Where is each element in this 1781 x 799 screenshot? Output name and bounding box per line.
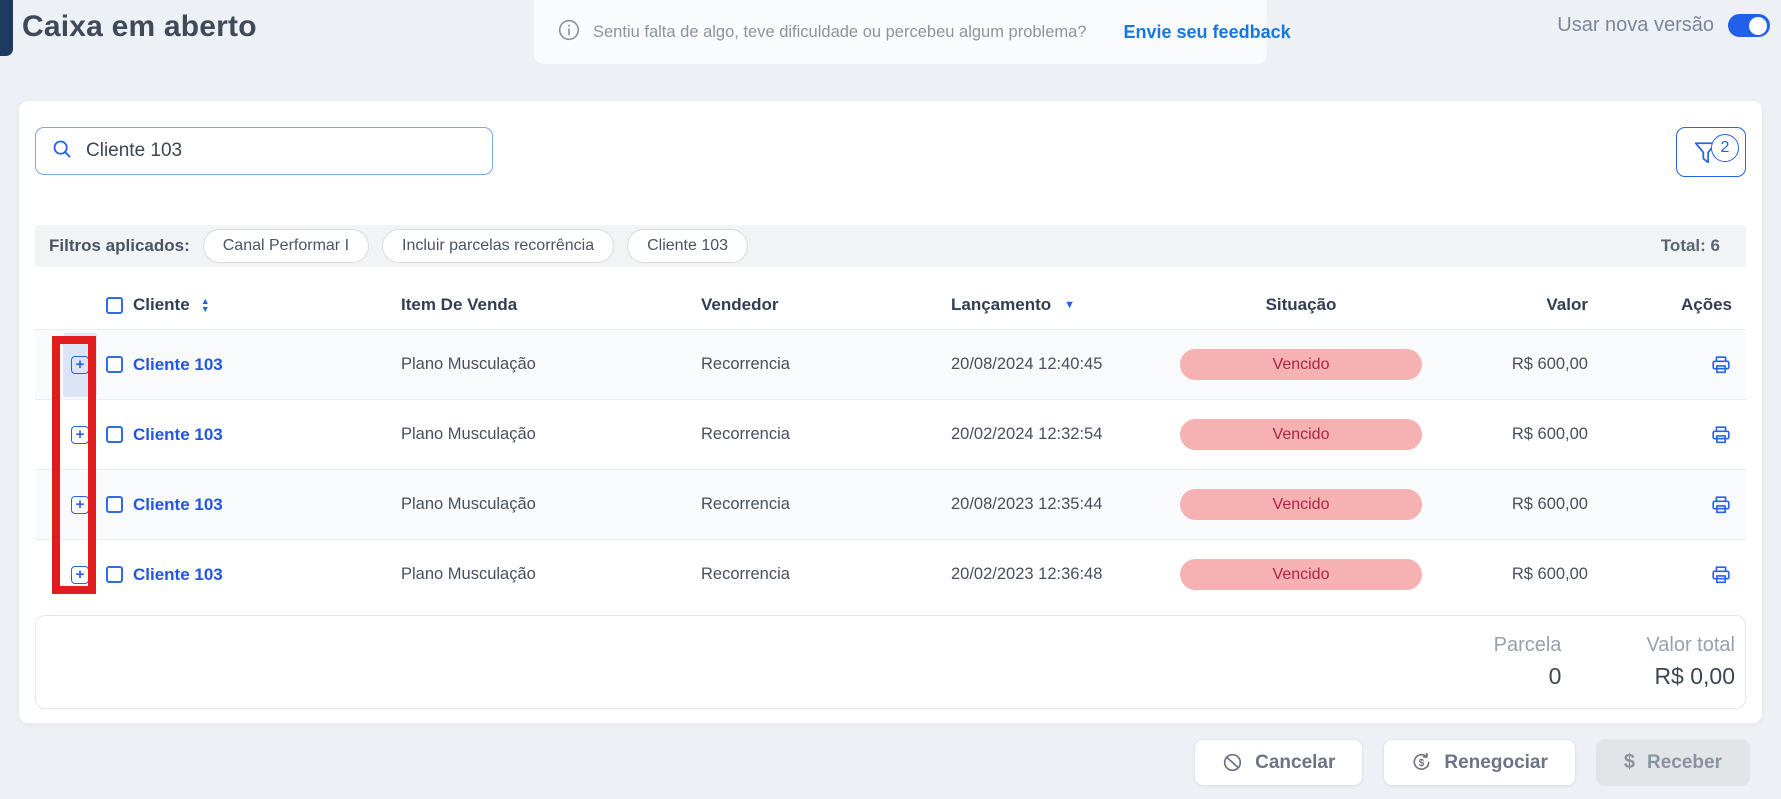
renegotiate-icon: $	[1411, 752, 1432, 773]
expand-cell: +	[63, 473, 97, 537]
sort-desc-icon[interactable]: ▼	[1064, 299, 1075, 311]
lancamento-cell: 20/08/2023 12:35:44	[941, 495, 1161, 514]
feedback-banner: Sentiu falta de algo, teve dificuldade o…	[534, 0, 1267, 64]
table-row: + Cliente 103 Plano Musculação Recorrenc…	[35, 329, 1746, 399]
valor-total-value: R$ 0,00	[1646, 663, 1735, 690]
toggle-knob	[1749, 17, 1767, 35]
status-badge: Vencido	[1180, 349, 1422, 380]
renegotiate-button[interactable]: $ Renegociar	[1383, 739, 1575, 786]
expand-cell-highlight: +	[63, 333, 97, 397]
expand-cell: +	[63, 543, 97, 607]
main-card: 2 Filtros aplicados: Canal Performar I I…	[18, 100, 1763, 724]
print-icon	[1710, 354, 1732, 376]
table-header-row: Cliente ▲▼ Item De Venda Vendedor Lançam…	[35, 281, 1746, 329]
item-cell: Plano Musculação	[371, 565, 671, 584]
print-icon	[1710, 494, 1732, 516]
feedback-link[interactable]: Envie seu feedback	[1124, 22, 1291, 43]
version-toggle[interactable]	[1728, 14, 1770, 37]
status-badge: Vencido	[1180, 489, 1422, 520]
feedback-message: Sentiu falta de algo, teve dificuldade o…	[593, 23, 1087, 42]
sort-icon[interactable]: ▲▼	[201, 297, 210, 313]
row-checkbox[interactable]	[106, 356, 123, 373]
totals-summary: Parcela 0 Valor total R$ 0,00	[35, 615, 1746, 709]
print-button[interactable]	[1710, 564, 1732, 586]
row-checkbox[interactable]	[106, 496, 123, 513]
print-icon	[1710, 424, 1732, 446]
page-title: Caixa em aberto	[22, 10, 257, 44]
applied-filters-band: Filtros aplicados: Canal Performar I Inc…	[35, 225, 1746, 267]
row-checkbox[interactable]	[106, 426, 123, 443]
print-button[interactable]	[1710, 494, 1732, 516]
column-header-vendedor: Vendedor	[671, 295, 941, 315]
column-header-valor: Valor	[1441, 295, 1596, 315]
column-header-cliente[interactable]: Cliente ▲▼	[131, 295, 371, 315]
item-cell: Plano Musculação	[371, 425, 671, 444]
expand-row-button[interactable]: +	[71, 496, 89, 514]
print-button[interactable]	[1710, 424, 1732, 446]
status-badge: Vencido	[1180, 419, 1422, 450]
receivables-table: Cliente ▲▼ Item De Venda Vendedor Lançam…	[35, 281, 1746, 609]
search-input-wrap	[35, 127, 493, 175]
vendedor-cell: Recorrencia	[671, 565, 941, 584]
receive-button[interactable]: $ Receber	[1596, 739, 1750, 786]
filter-button[interactable]: 2	[1676, 127, 1746, 177]
filter-chip[interactable]: Canal Performar I	[203, 229, 369, 263]
version-toggle-label: Usar nova versão	[1557, 14, 1714, 37]
search-icon	[51, 138, 73, 165]
valor-cell: R$ 600,00	[1441, 565, 1596, 584]
filter-chip[interactable]: Incluir parcelas recorrência	[382, 229, 614, 263]
item-cell: Plano Musculação	[371, 495, 671, 514]
vendedor-cell: Recorrencia	[671, 495, 941, 514]
client-link[interactable]: Cliente 103	[133, 565, 223, 585]
filter-chip[interactable]: Cliente 103	[627, 229, 748, 263]
valor-cell: R$ 600,00	[1441, 495, 1596, 514]
vendedor-cell: Recorrencia	[671, 355, 941, 374]
select-all-checkbox[interactable]	[106, 297, 123, 314]
table-row: + Cliente 103 Plano Musculação Recorrenc…	[35, 399, 1746, 469]
column-header-situacao: Situação	[1161, 295, 1441, 315]
valor-cell: R$ 600,00	[1441, 355, 1596, 374]
filters-label: Filtros aplicados:	[49, 236, 190, 256]
parcela-label: Parcela	[1494, 634, 1562, 657]
column-header-lancamento[interactable]: Lançamento ▼	[941, 295, 1161, 315]
table-row: + Cliente 103 Plano Musculação Recorrenc…	[35, 469, 1746, 539]
filter-count-badge: 2	[1711, 134, 1739, 162]
valor-total-label: Valor total	[1646, 634, 1735, 657]
expand-row-button[interactable]: +	[71, 566, 89, 584]
valor-total-summary: Valor total R$ 0,00	[1646, 634, 1735, 690]
client-link[interactable]: Cliente 103	[133, 425, 223, 445]
column-header-item: Item De Venda	[371, 295, 671, 315]
table-row: + Cliente 103 Plano Musculação Recorrenc…	[35, 539, 1746, 609]
status-badge: Vencido	[1180, 559, 1422, 590]
lancamento-cell: 20/02/2023 12:36:48	[941, 565, 1161, 584]
page-root: Caixa em aberto Sentiu falta de algo, te…	[0, 0, 1781, 799]
receive-icon: $	[1624, 751, 1635, 774]
expand-row-button[interactable]: +	[71, 356, 89, 374]
cancel-button[interactable]: Cancelar	[1194, 739, 1363, 786]
expand-cell: +	[63, 403, 97, 467]
parcela-summary: Parcela 0	[1494, 634, 1562, 690]
column-header-acoes: Ações	[1596, 295, 1748, 315]
lancamento-cell: 20/08/2024 12:40:45	[941, 355, 1161, 374]
version-toggle-wrap: Usar nova versão	[1557, 14, 1770, 37]
topbar: Caixa em aberto Sentiu falta de algo, te…	[0, 0, 1781, 100]
actions-row: Cancelar $ Renegociar $ Receber	[0, 739, 1750, 786]
vendedor-cell: Recorrencia	[671, 425, 941, 444]
valor-cell: R$ 600,00	[1441, 425, 1596, 444]
expand-row-button[interactable]: +	[71, 426, 89, 444]
item-cell: Plano Musculação	[371, 355, 671, 374]
print-icon	[1710, 564, 1732, 586]
svg-text:$: $	[1419, 758, 1425, 769]
cancel-icon	[1222, 752, 1243, 773]
client-link[interactable]: Cliente 103	[133, 355, 223, 375]
client-link[interactable]: Cliente 103	[133, 495, 223, 515]
lancamento-cell: 20/02/2024 12:32:54	[941, 425, 1161, 444]
info-icon	[558, 19, 580, 46]
parcela-value: 0	[1494, 663, 1562, 690]
print-button[interactable]	[1710, 354, 1732, 376]
row-checkbox[interactable]	[106, 566, 123, 583]
total-count: Total: 6	[1661, 236, 1720, 256]
search-input[interactable]	[86, 140, 477, 162]
card-toolbar: 2	[35, 127, 1746, 177]
